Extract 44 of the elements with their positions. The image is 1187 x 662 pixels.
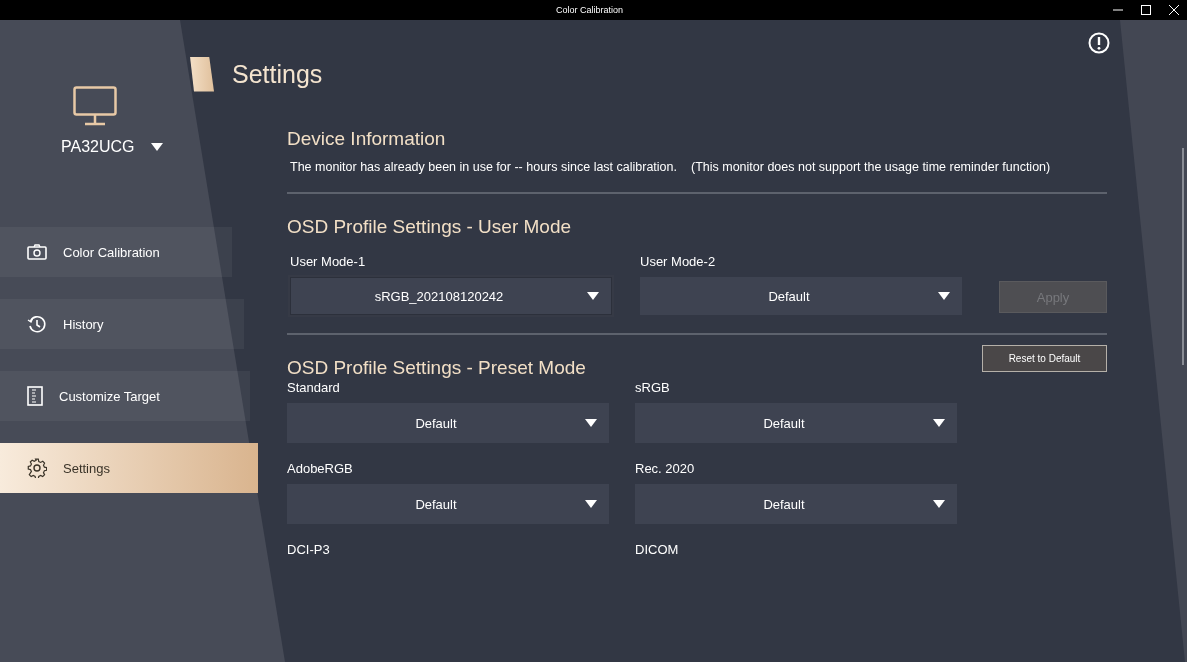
field-label: User Mode-1 [290,254,367,269]
profile-dropdown[interactable]: Default [287,403,609,443]
device-dropdown[interactable]: PA32UCG [61,138,163,156]
caret-icon [933,419,945,427]
close-icon[interactable] [1169,5,1179,15]
field-label: Rec. 2020 [635,461,696,476]
field-label: AdobeRGB [287,461,354,476]
caret-icon [933,500,945,508]
field-label: User Mode-2 [640,254,717,269]
profile-dropdown[interactable]: Default [635,484,957,524]
window-title: Color Calibration [556,5,623,15]
monitor-icon [73,86,117,126]
scrollbar[interactable] [1182,148,1184,365]
reset-button[interactable]: Reset to Default [982,345,1107,372]
maximize-icon[interactable] [1141,5,1151,15]
profile-dropdown[interactable]: sRGB_202108120242 [290,277,612,315]
profile-dropdown[interactable]: Default [287,484,609,524]
title-accent [190,56,214,92]
ruler-icon [27,386,43,406]
caret-icon [150,143,163,151]
nav-item[interactable]: History [0,299,244,349]
caret-icon [585,500,597,508]
field-label: DCI-P3 [287,542,331,557]
profile-dropdown[interactable]: Default [640,277,962,315]
nav-item[interactable]: Settings [0,443,258,493]
field-label: sRGB [635,380,671,395]
caret-icon [938,292,950,300]
section-heading: OSD Profile Settings - User Mode [287,216,573,238]
usage-text: The monitor has already been in use for -- hours since last calibration. [290,160,677,174]
field-label: Standard [287,380,341,395]
usage-note: (This monitor does not support the usage time reminder function) [691,160,1051,174]
history-icon [27,314,47,334]
section-heading: OSD Profile Settings - Preset Mode [287,357,586,379]
camera-icon [27,244,47,260]
field-label: DICOM [635,542,680,557]
section-heading: Device Information [287,128,447,150]
info-icon[interactable] [1088,32,1110,54]
nav-item[interactable]: Customize Target [0,371,250,421]
settings-icon [27,458,47,478]
profile-dropdown[interactable]: Default [635,403,957,443]
caret-icon [587,292,599,300]
caret-icon [585,419,597,427]
page-title: Settings [232,59,323,89]
nav-item[interactable]: Color Calibration [0,227,232,277]
